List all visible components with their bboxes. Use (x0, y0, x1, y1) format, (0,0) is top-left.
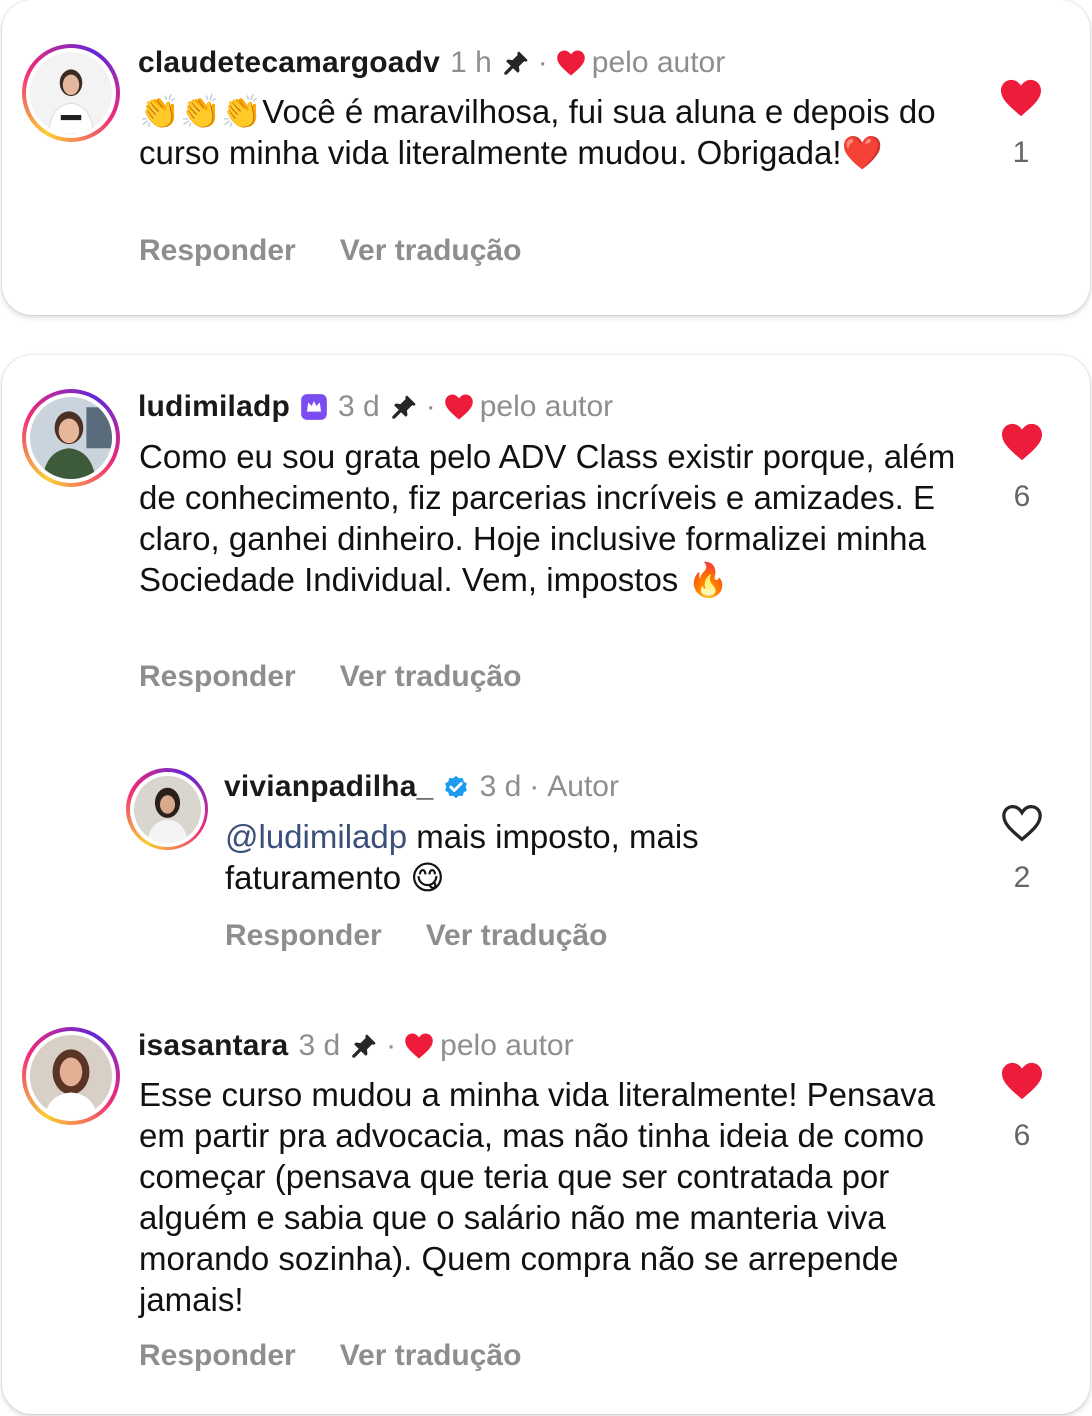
like-count: 1 (1012, 136, 1030, 169)
like-heart-icon[interactable] (1000, 1061, 1044, 1101)
reply-button[interactable]: Responder (225, 919, 382, 953)
like-heart-icon[interactable] (999, 78, 1043, 118)
timestamp: 3 d (479, 770, 522, 803)
fire-emoji: 🔥 (687, 560, 729, 599)
username[interactable]: claudetecamargoadv (138, 45, 440, 81)
comment-meta: ludimiladp 3 d · pelo autor (138, 389, 613, 425)
liked-by-author-label: pelo autor (591, 46, 726, 79)
comment-body: Esse curso mudou a minha vida literalmen… (139, 1076, 936, 1318)
member-badge-icon (301, 394, 327, 420)
comment-body: Como eu sou grata pelo ADV Class existir… (139, 438, 956, 598)
see-translation-button[interactable]: Ver tradução (426, 919, 608, 953)
username[interactable]: isasantara (138, 1028, 288, 1064)
reply-actions: Responder Ver tradução (225, 919, 607, 953)
clap-emoji: 👏👏👏 (139, 92, 263, 131)
comment-actions: Responder Ver tradução (139, 234, 521, 268)
comments-screen: claudetecamargoadv 1 h · pelo autor 👏👏👏V… (0, 0, 1092, 1416)
comment-actions: Responder Ver tradução (139, 660, 521, 694)
avatar-photo (30, 1035, 112, 1117)
comment-meta: claudetecamargoadv 1 h · pelo autor (138, 45, 725, 81)
username[interactable]: ludimiladp (138, 389, 290, 425)
heart-icon (557, 50, 585, 76)
like-column: 2 (992, 803, 1052, 895)
like-heart-outline-icon[interactable] (1000, 803, 1044, 843)
username[interactable]: vivianpadilha_ (224, 769, 434, 805)
see-translation-button[interactable]: Ver tradução (340, 660, 522, 694)
reply-text: @ludimiladp mais imposto, mais faturamen… (225, 816, 785, 898)
heart-icon (405, 1033, 433, 1059)
timestamp: 1 h (450, 46, 492, 79)
comment-actions: Responder Ver tradução (139, 1339, 521, 1373)
avatar[interactable] (126, 768, 208, 850)
separator-dot: · (425, 390, 436, 423)
comment-card: ludimiladp 3 d · pelo autor Como eu sou … (2, 355, 1090, 1414)
mention-link[interactable]: @ludimiladp (225, 818, 407, 855)
see-translation-button[interactable]: Ver tradução (340, 234, 522, 268)
comment-card: claudetecamargoadv 1 h · pelo autor 👏👏👏V… (2, 0, 1090, 315)
avatar[interactable] (22, 1027, 120, 1125)
red-heart-emoji: ❤️ (841, 133, 883, 172)
avatar[interactable] (22, 389, 120, 487)
pin-icon (504, 51, 528, 75)
like-heart-icon[interactable] (1000, 422, 1044, 462)
comment-text: 👏👏👏Você é maravilhosa, fui sua aluna e d… (139, 91, 939, 173)
avatar-photo (30, 397, 112, 479)
like-count: 6 (1013, 480, 1031, 513)
like-column: 6 (992, 1061, 1052, 1153)
separator-dot: · (529, 770, 540, 803)
liked-by-author-label: pelo autor (479, 390, 614, 423)
like-count: 2 (1013, 861, 1031, 894)
liked-by-author-label: pelo autor (440, 1029, 574, 1062)
pin-icon (352, 1034, 376, 1058)
avatar[interactable] (22, 44, 120, 142)
reply-meta: vivianpadilha_ 3 d · Autor (224, 769, 619, 805)
timestamp: 3 d (298, 1029, 341, 1062)
reply-button[interactable]: Responder (139, 660, 296, 694)
separator-dot: · (386, 1029, 397, 1062)
heart-icon (444, 394, 473, 420)
verified-badge-icon (444, 775, 467, 799)
reply-button[interactable]: Responder (139, 1339, 296, 1373)
like-column: 1 (991, 78, 1051, 170)
avatar-photo (133, 775, 201, 843)
avatar-photo (30, 52, 112, 134)
timestamp: 3 d (338, 390, 380, 423)
comment-text: Como eu sou grata pelo ADV Class existir… (139, 436, 969, 600)
comment-meta: isasantara 3 d · pelo autor (138, 1028, 574, 1064)
see-translation-button[interactable]: Ver tradução (340, 1339, 522, 1373)
separator-dot: · (537, 46, 548, 79)
yum-emoji: 😋 (410, 858, 445, 897)
author-label: Autor (547, 770, 619, 803)
like-count: 6 (1013, 1119, 1031, 1152)
pin-icon (392, 395, 416, 419)
like-column: 6 (992, 422, 1052, 514)
comment-text: Esse curso mudou a minha vida literalmen… (139, 1074, 939, 1320)
reply-button[interactable]: Responder (139, 234, 296, 268)
